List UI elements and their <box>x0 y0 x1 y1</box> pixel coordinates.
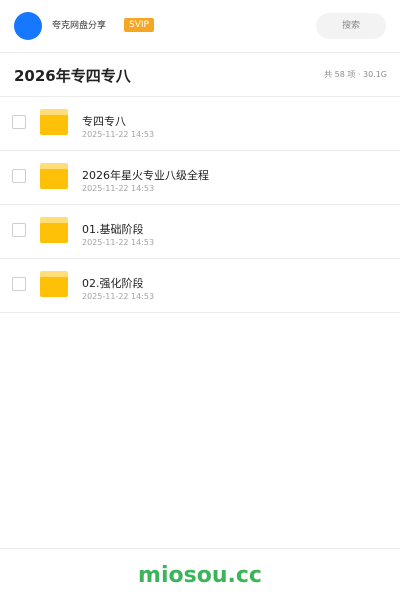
folder-meta: 共 58 项 · 30.1G <box>324 70 387 79</box>
item-name[interactable]: 专四专八 <box>82 113 126 129</box>
footer: miosou.cc <box>0 548 400 600</box>
file-list: 专四专八 2025-11-22 14:53 2026年星火专业八级全程 2025… <box>0 97 400 313</box>
svip-badge: SVIP <box>124 18 154 32</box>
item-date: 2025-11-22 14:53 <box>82 130 155 139</box>
watermark-text: miosou.cc <box>138 563 262 588</box>
item-date: 2025-11-22 14:53 <box>82 292 155 301</box>
folder-icon <box>40 271 68 297</box>
select-checkbox[interactable] <box>12 115 26 129</box>
item-name[interactable]: 02.强化阶段 <box>82 275 144 291</box>
item-name[interactable]: 2026年星火专业八级全程 <box>82 167 209 183</box>
select-checkbox[interactable] <box>12 223 26 237</box>
app-name: 夸克网盘分享 <box>52 21 107 31</box>
folder-title-bar: 2026年专四专八 共 58 项 · 30.1G <box>0 53 400 97</box>
select-checkbox[interactable] <box>12 277 26 291</box>
top-bar: 夸克网盘分享 SVIP <box>0 0 400 53</box>
folder-icon <box>40 163 68 189</box>
share-page: 夸克网盘分享 SVIP 2026年专四专八 共 58 项 · 30.1G 专四专… <box>0 0 400 600</box>
select-checkbox[interactable] <box>12 169 26 183</box>
page-title: 2026年专四专八 <box>14 67 131 85</box>
search-input[interactable] <box>316 13 386 39</box>
item-date: 2025-11-22 14:53 <box>82 184 155 193</box>
avatar[interactable] <box>14 12 42 40</box>
list-item[interactable]: 02.强化阶段 2025-11-22 14:53 <box>0 259 400 313</box>
item-date: 2025-11-22 14:53 <box>82 238 155 247</box>
item-name[interactable]: 01.基础阶段 <box>82 221 144 237</box>
list-item[interactable]: 2026年星火专业八级全程 2025-11-22 14:53 <box>0 151 400 205</box>
list-item[interactable]: 专四专八 2025-11-22 14:53 <box>0 97 400 151</box>
folder-icon <box>40 109 68 135</box>
folder-icon <box>40 217 68 243</box>
list-item[interactable]: 01.基础阶段 2025-11-22 14:53 <box>0 205 400 259</box>
